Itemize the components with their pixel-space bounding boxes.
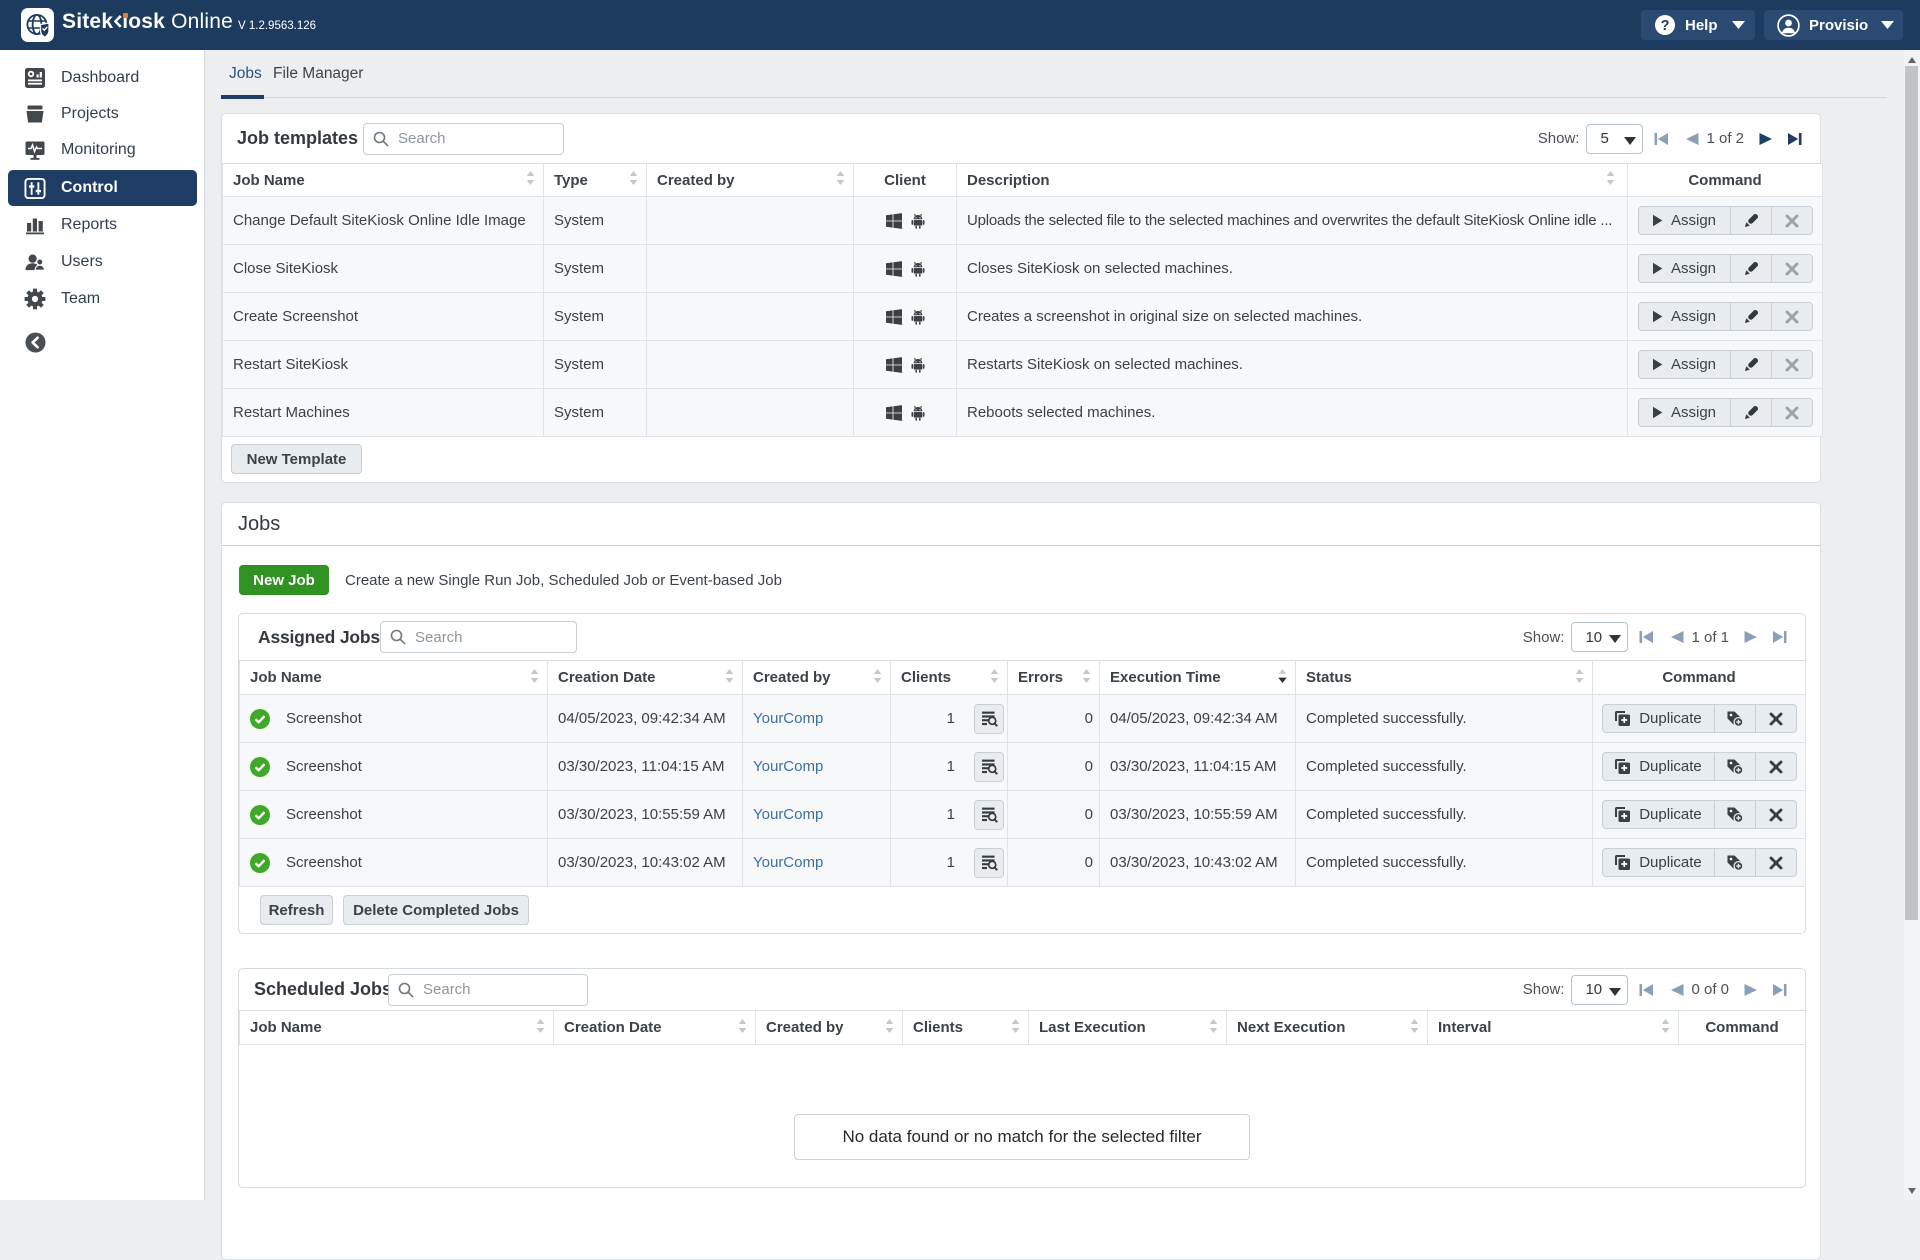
svg-text:?: ?	[1661, 18, 1670, 34]
